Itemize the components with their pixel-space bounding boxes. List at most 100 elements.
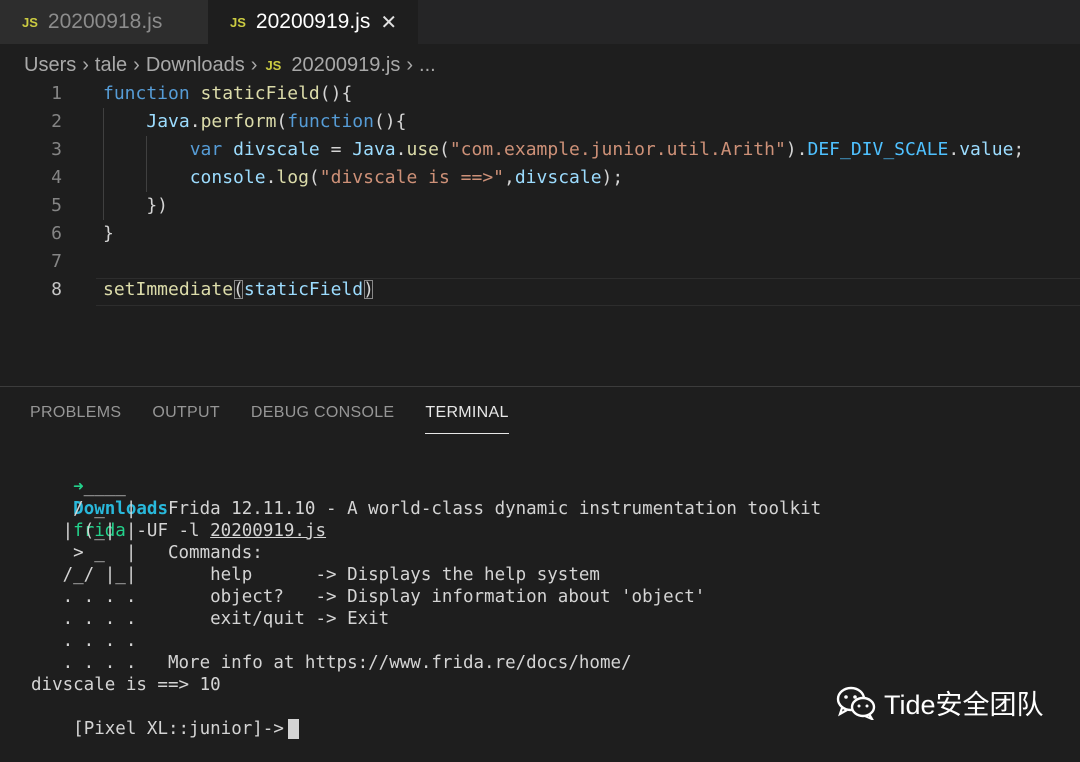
code-token: "divscale is ==>" [319, 167, 504, 188]
code-token: Java [352, 139, 396, 160]
panel-divider [0, 386, 1080, 387]
repl-prompt: [Pixel XL::junior]-> [73, 719, 284, 739]
banner-line: / _ | Frida 12.11.10 - A world-class dyn… [31, 499, 822, 519]
code-text: function staticField(){ [103, 80, 352, 108]
watermark-label: Tide安全团队 [884, 690, 1044, 720]
command-file[interactable]: 20200919.js [210, 521, 326, 541]
code-text: var divscale = Java.use("com.example.jun… [103, 136, 1025, 164]
code-line[interactable]: 7 [0, 248, 1080, 276]
code-line[interactable]: 3 var divscale = Java.use("com.example.j… [0, 136, 1080, 164]
code-line[interactable]: 1 function staticField(){ [0, 80, 1080, 108]
code-token: . [265, 167, 277, 188]
chevron-right-icon: › [82, 53, 89, 76]
terminal-command-line: ➜ Downloads frida -UF -l 20200919.js [31, 454, 326, 541]
terminal-cursor [287, 719, 299, 739]
breadcrumb-item-file[interactable]: 20200919.js [291, 54, 400, 77]
tab-debug-console[interactable]: DEBUG CONSOLE [251, 404, 395, 436]
code-line[interactable]: 4 console.log("divscale is ==>",divscale… [0, 164, 1080, 192]
code-text: } [103, 220, 114, 248]
breadcrumb: Users › tale › Downloads › JS 20200919.j… [24, 52, 436, 78]
banner-line: > _ | Commands: [31, 543, 263, 563]
breadcrumb-more[interactable]: ... [419, 54, 436, 77]
code-token: ( [439, 139, 450, 160]
code-token: ) [363, 279, 374, 300]
tab-output[interactable]: OUTPUT [152, 404, 220, 436]
code-token: staticField [243, 279, 364, 300]
code-token: ); [601, 167, 624, 188]
code-token: } [103, 223, 114, 244]
code-token: . [395, 139, 407, 160]
code-token: = [319, 139, 353, 160]
breadcrumb-item-downloads[interactable]: Downloads [146, 54, 245, 77]
tab-terminal[interactable]: TERMINAL [425, 404, 510, 436]
line-number: 1 [51, 83, 62, 104]
banner-line: . . . . [31, 631, 137, 651]
code-token: setImmediate [103, 279, 234, 300]
code-token: . [948, 139, 960, 160]
code-token: (){ [319, 83, 353, 104]
code-token: perform [200, 111, 277, 132]
code-editor[interactable]: 1 function staticField(){2 Java.perform(f… [0, 80, 1080, 320]
js-file-icon: JS [265, 57, 282, 73]
command-args: -UF -l [125, 521, 211, 541]
code-line[interactable]: 5 }) [0, 192, 1080, 220]
code-token: Java [146, 111, 190, 132]
editor-tab-bar: JS 20200918.js JS 20200919.js ✕ [0, 0, 1080, 44]
code-token: use [406, 139, 439, 160]
code-token: ( [276, 111, 288, 132]
panel-tabs: PROBLEMS OUTPUT DEBUG CONSOLE TERMINAL [30, 404, 540, 436]
code-token: ( [308, 167, 320, 188]
code-token: }) [103, 195, 169, 216]
code-token: function [287, 111, 374, 132]
line-number: 2 [51, 111, 62, 132]
code-text: console.log("divscale is ==>",divscale); [103, 164, 624, 192]
js-file-icon: JS [22, 14, 38, 30]
code-line[interactable]: 6} [0, 220, 1080, 248]
line-number: 7 [51, 251, 62, 272]
line-number: 6 [51, 223, 62, 244]
breadcrumb-item-tale[interactable]: tale [95, 54, 127, 77]
repl-prompt-line[interactable]: [Pixel XL::junior]-> [31, 696, 299, 739]
line-number: 8 [51, 279, 62, 300]
code-token: value [959, 139, 1014, 160]
line-number: 4 [51, 167, 62, 188]
code-token: ( [233, 279, 244, 300]
code-token: staticField [200, 83, 320, 104]
code-line[interactable]: 8 setImmediate(staticField) [0, 276, 1080, 304]
banner-line: . . . . exit/quit -> Exit [31, 609, 390, 629]
code-token: divscale [233, 139, 320, 160]
code-token: console [189, 167, 266, 188]
banner-line: . . . . More info at https://www.frida.r… [31, 653, 632, 673]
tab-20200918-js[interactable]: JS 20200918.js [0, 0, 208, 44]
code-token: (){ [373, 111, 407, 132]
code-text: }) [103, 192, 168, 220]
breadcrumb-item-users[interactable]: Users [24, 54, 76, 77]
code-token: var [189, 139, 223, 160]
close-icon[interactable]: ✕ [380, 10, 397, 35]
code-text: Java.perform(function(){ [103, 108, 406, 136]
banner-line: /_/ |_| help -> Displays the help system [31, 565, 600, 585]
line-number: 3 [51, 139, 62, 160]
code-token: divscale [514, 167, 602, 188]
code-token: . [189, 111, 201, 132]
js-file-icon: JS [230, 14, 246, 30]
tab-problems[interactable]: PROBLEMS [30, 404, 121, 436]
wechat-icon [836, 686, 876, 720]
code-token: log [276, 167, 309, 188]
watermark: Tide安全团队 [836, 683, 1044, 722]
code-line[interactable]: 2 Java.perform(function(){ [0, 108, 1080, 136]
chevron-right-icon: › [406, 53, 414, 76]
terminal-output-line: divscale is ==> 10 [31, 675, 221, 695]
code-token: function [103, 83, 190, 104]
code-token: DEF_DIV_SCALE [807, 139, 949, 160]
banner-line: | (_| | [31, 521, 137, 541]
banner-line: . . . . object? -> Display information a… [31, 587, 706, 607]
line-number: 5 [51, 195, 62, 216]
tab-label: 20200919.js [255, 10, 371, 33]
code-token: ). [785, 139, 808, 160]
tab-20200919-js[interactable]: JS 20200919.js ✕ [208, 0, 418, 44]
